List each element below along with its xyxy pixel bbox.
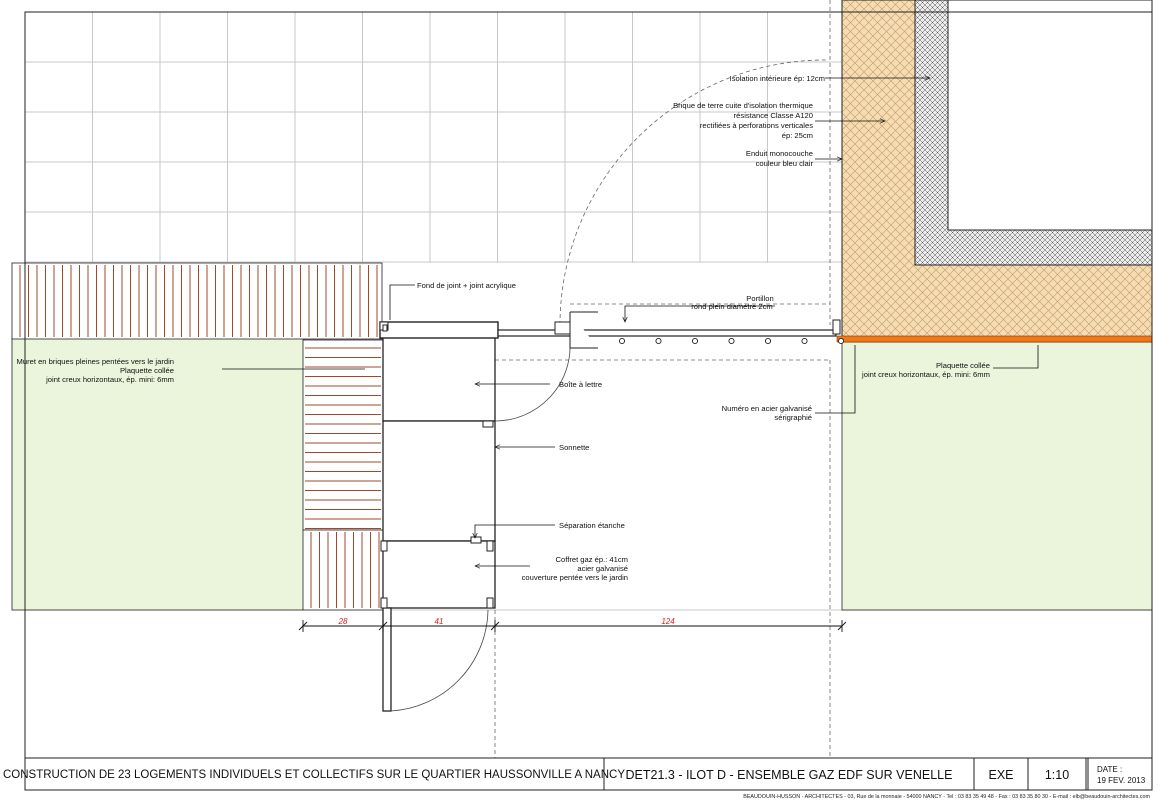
note-enduit-1: Enduit monocouche <box>746 149 813 158</box>
cabinet-outline <box>382 336 496 712</box>
title-block: CONSTRUCTION DE 23 LOGEMENTS INDIVIDUELS… <box>3 757 1153 791</box>
note-sonnette: Sonnette <box>559 443 589 452</box>
note-brique-4: ép: 25cm <box>782 131 813 140</box>
note-isolation: Isolation intérieure ép: 12cm <box>730 74 825 83</box>
note-muret-3: joint creux horizontaux, ép. mini: 6mm <box>45 375 174 384</box>
dimension-line <box>298 620 847 632</box>
note-fond-joint: Fond de joint + joint acrylique <box>417 281 516 290</box>
gate-bar <box>497 329 837 337</box>
note-brique-3: rectifiées à perforations verticales <box>700 121 813 130</box>
technical-drawing: 28 41 124 Isolation intérieure ép: 12cm … <box>3 0 1153 800</box>
gate-rod <box>728 337 735 345</box>
dimension-41: 41 <box>435 617 444 626</box>
dimension-28: 28 <box>338 617 348 626</box>
brick-pier <box>302 339 384 531</box>
interior-room <box>947 0 1153 231</box>
gate-rod <box>764 337 772 345</box>
note-brique-2: résistance Classe A120 <box>734 111 813 120</box>
note-coffret-2: acier galvanisé <box>577 564 628 573</box>
note-separation: Séparation étanche <box>559 521 625 530</box>
note-plaquette-2: joint creux horizontaux, ép. mini: 6mm <box>861 370 990 379</box>
note-numero-1: Numéro en acier galvanisé <box>722 404 812 413</box>
gate-rod <box>837 337 845 345</box>
gate-rod <box>691 337 699 345</box>
footer-address: BEAUDOUIN-HUSSON - ARCHITECTES - 03, Rue… <box>743 794 1150 800</box>
note-portillon-2: rond plein diamètre 2cm <box>691 302 772 311</box>
phase-label: EXE <box>988 768 1013 782</box>
note-muret-2: Plaquette collée <box>120 366 174 375</box>
note-boite-lettre: Boîte à lettre <box>559 380 602 389</box>
date-value: 19 FEV. 2013 <box>1097 776 1146 785</box>
garden-area-right <box>841 341 1153 611</box>
facade-tile-band <box>836 335 1153 343</box>
note-numero-2: sérigraphié <box>774 413 812 422</box>
note-coffret-3: couverture pentée vers le jardin <box>522 573 628 582</box>
dimension-124: 124 <box>661 617 675 626</box>
note-enduit-2: couleur bleu clair <box>756 159 814 168</box>
gate-rods <box>618 337 845 345</box>
note-brique-1: Brique de terre cuite d'isolation thermi… <box>673 101 813 110</box>
note-muret-1: Muret en briques pleines pentées vers le… <box>17 357 174 366</box>
cabinet-top-frame <box>379 321 499 339</box>
scale-label: 1:10 <box>1045 768 1069 782</box>
date-label: DATE : <box>1097 765 1122 774</box>
note-plaquette-1: Plaquette collée <box>936 361 990 370</box>
note-coffret-1: Coffret gaz ép.: 41cm <box>556 555 628 564</box>
gate-rod <box>801 337 808 345</box>
gate-rod <box>618 337 626 345</box>
drawing-title: DET21.3 - ILOT D - ENSEMBLE GAZ EDF SUR … <box>626 768 953 782</box>
gate-rod <box>655 337 662 345</box>
project-title: CONSTRUCTION DE 23 LOGEMENTS INDIVIDUELS… <box>3 769 625 781</box>
